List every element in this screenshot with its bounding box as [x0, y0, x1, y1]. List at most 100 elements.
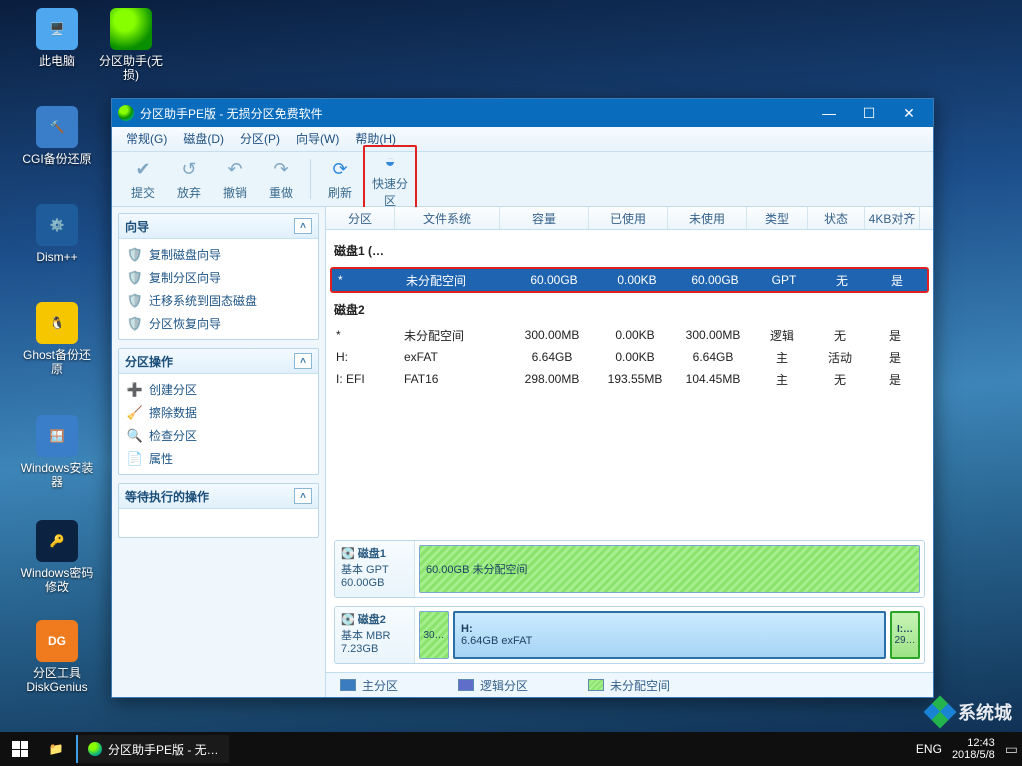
taskbar-explorer[interactable]: 📁 [40, 732, 72, 766]
table-row[interactable]: * 未分配空间 300.00MB 0.00KB 300.00MB 逻辑 无 是 [330, 324, 929, 346]
collapse-icon[interactable]: ˄ [294, 218, 312, 234]
disk2-i-segment[interactable]: I:…29… [890, 611, 920, 659]
windows-icon [12, 741, 28, 757]
redo-icon: ↷ [269, 158, 293, 182]
col-fs[interactable]: 文件系统 [395, 207, 500, 229]
col-free[interactable]: 未使用 [668, 207, 747, 229]
disk2-h-segment[interactable]: H:6.64GB exFAT [453, 611, 886, 659]
panel-wizard: 向导˄ 🛡️复制磁盘向导 🛡️复制分区向导 🛡️迁移系统到固态磁盘 🛡️分区恢复… [118, 213, 319, 340]
main-panel: 分区 文件系统 容量 已使用 未使用 类型 状态 4KB对齐 磁盘1 (… * … [326, 207, 933, 697]
menu-wizard[interactable]: 向导(W) [288, 127, 347, 151]
disk2-label[interactable]: 磁盘2 [330, 295, 929, 324]
shield-icon: 🛡️ [127, 247, 143, 263]
disk1-map-info: 💽 磁盘1 基本 GPT60.00GB [335, 541, 415, 597]
app-icon [118, 105, 134, 121]
desktop-icon-partition-assistant[interactable]: 分区助手(无损) [94, 8, 168, 82]
legend: 主分区 逻辑分区 未分配空间 [326, 672, 933, 697]
search-icon: 🔍 [127, 428, 143, 444]
panel-pending: 等待执行的操作˄ [118, 483, 319, 538]
desktop-icon-password[interactable]: 🔑Windows密码修改 [20, 520, 94, 594]
system-tray: ENG 12:432018/5/8 ▭ [916, 732, 1022, 766]
shield-icon: 🛡️ [127, 270, 143, 286]
app-window: 分区助手PE版 - 无损分区免费软件 — ☐ ✕ 常规(G) 磁盘(D) 分区(… [111, 98, 934, 698]
disk1-unallocated-segment[interactable]: 60.00GB 未分配空间 [419, 545, 920, 593]
wizard-copy-disk[interactable]: 🛡️复制磁盘向导 [119, 243, 318, 266]
wizard-copy-partition[interactable]: 🛡️复制分区向导 [119, 266, 318, 289]
page-icon: 📄 [127, 451, 143, 467]
shield-icon: 🛡️ [127, 293, 143, 309]
tray-clock[interactable]: 12:432018/5/8 [952, 737, 995, 761]
toolbar-separator [310, 159, 311, 199]
disk2-map[interactable]: 💽 磁盘2 基本 MBR7.23GB 30… H:6.64GB exFAT I:… [334, 606, 925, 664]
panel-pending-header[interactable]: 等待执行的操作˄ [119, 484, 318, 509]
op-create-partition[interactable]: ➕创建分区 [119, 378, 318, 401]
legend-unalloc-icon [588, 679, 604, 691]
quick-partition-icon: ◒ [378, 149, 402, 173]
plus-icon: ➕ [127, 382, 143, 398]
table-row[interactable]: H: exFAT 6.64GB 0.00KB 6.64GB 主 活动 是 [330, 346, 929, 368]
menu-general[interactable]: 常规(G) [118, 127, 175, 151]
taskbar-app[interactable]: 分区助手PE版 - 无… [76, 735, 229, 763]
tool-undo[interactable]: ↶撤销 [212, 158, 258, 201]
legend-logical-icon [458, 679, 474, 691]
menu-partition[interactable]: 分区(P) [232, 127, 288, 151]
desktop-icon-dism[interactable]: ⚙️Dism++ [20, 204, 94, 264]
disk2-map-info: 💽 磁盘2 基本 MBR7.23GB [335, 607, 415, 663]
op-wipe[interactable]: 🧹擦除数据 [119, 401, 318, 424]
legend-primary-icon [340, 679, 356, 691]
wizard-recover-partition[interactable]: 🛡️分区恢复向导 [119, 312, 318, 335]
window-title: 分区助手PE版 - 无损分区免费软件 [140, 105, 809, 122]
col-status[interactable]: 状态 [808, 207, 865, 229]
shield-icon: 🛡️ [127, 316, 143, 332]
sidebar: 向导˄ 🛡️复制磁盘向导 🛡️复制分区向导 🛡️迁移系统到固态磁盘 🛡️分区恢复… [112, 207, 326, 697]
menu-disk[interactable]: 磁盘(D) [175, 127, 232, 151]
disk1-label[interactable]: 磁盘1 (… [330, 236, 929, 265]
start-button[interactable] [0, 732, 40, 766]
collapse-icon[interactable]: ˄ [294, 353, 312, 369]
taskbar: 📁 分区助手PE版 - 无… ENG 12:432018/5/8 ▭ [0, 732, 1022, 766]
refresh-icon: ⟳ [328, 158, 352, 182]
app-icon [88, 742, 102, 756]
disk1-map[interactable]: 💽 磁盘1 基本 GPT60.00GB 60.00GB 未分配空间 [334, 540, 925, 598]
col-capacity[interactable]: 容量 [500, 207, 589, 229]
highlight-box: ◒快速分区 [363, 145, 417, 213]
tool-quick-partition[interactable]: ◒快速分区 [367, 149, 413, 209]
erase-icon: 🧹 [127, 405, 143, 421]
table-row[interactable]: I: EFI FAT16 298.00MB 193.55MB 104.45MB … [330, 368, 929, 390]
tool-discard[interactable]: ↺放弃 [166, 158, 212, 201]
op-check[interactable]: 🔍检查分区 [119, 424, 318, 447]
desktop-icon-diskgenius[interactable]: DG分区工具DiskGenius [20, 620, 94, 694]
panel-wizard-header[interactable]: 向导˄ [119, 214, 318, 239]
col-type[interactable]: 类型 [747, 207, 808, 229]
desktop-icon-computer[interactable]: 🖥️此电脑 [20, 8, 94, 68]
tool-refresh[interactable]: ⟳刷新 [317, 158, 363, 201]
desktop-icon-ghost[interactable]: 🐧Ghost备份还原 [20, 302, 94, 376]
col-partition[interactable]: 分区 [326, 207, 395, 229]
table-row[interactable]: * 未分配空间 60.00GB 0.00KB 60.00GB GPT 无 是 [332, 269, 927, 291]
toolbar: ✔提交 ↺放弃 ↶撤销 ↷重做 ⟳刷新 ◒快速分区 [112, 152, 933, 207]
desktop-icon-win-installer[interactable]: 🪟Windows安装器 [20, 415, 94, 489]
disk2-unallocated-segment[interactable]: 30… [419, 611, 449, 659]
close-button[interactable]: ✕ [889, 99, 933, 127]
tool-commit[interactable]: ✔提交 [120, 158, 166, 201]
desktop: 🖥️此电脑 分区助手(无损) 🔨CGI备份还原 ⚙️Dism++ 🐧Ghost备… [0, 0, 1022, 766]
titlebar[interactable]: 分区助手PE版 - 无损分区免费软件 — ☐ ✕ [112, 99, 933, 127]
menu-bar: 常规(G) 磁盘(D) 分区(P) 向导(W) 帮助(H) [112, 127, 933, 152]
col-align[interactable]: 4KB对齐 [865, 207, 920, 229]
op-properties[interactable]: 📄属性 [119, 447, 318, 470]
panel-ops-header[interactable]: 分区操作˄ [119, 349, 318, 374]
desktop-icon-cgi-backup[interactable]: 🔨CGI备份还原 [20, 106, 94, 166]
collapse-icon[interactable]: ˄ [294, 488, 312, 504]
panel-ops: 分区操作˄ ➕创建分区 🧹擦除数据 🔍检查分区 📄属性 [118, 348, 319, 475]
minimize-button[interactable]: — [809, 99, 849, 127]
tool-redo[interactable]: ↷重做 [258, 158, 304, 201]
table-header: 分区 文件系统 容量 已使用 未使用 类型 状态 4KB对齐 [326, 207, 933, 230]
maximize-button[interactable]: ☐ [849, 99, 889, 127]
wizard-migrate-ssd[interactable]: 🛡️迁移系统到固态磁盘 [119, 289, 318, 312]
col-used[interactable]: 已使用 [589, 207, 668, 229]
tray-notifications-icon[interactable]: ▭ [1005, 741, 1018, 758]
selection-highlight: * 未分配空间 60.00GB 0.00KB 60.00GB GPT 无 是 [330, 267, 929, 293]
watermark: 系统城 [926, 698, 1012, 726]
tray-ime[interactable]: ENG [916, 742, 942, 756]
discard-icon: ↺ [177, 158, 201, 182]
